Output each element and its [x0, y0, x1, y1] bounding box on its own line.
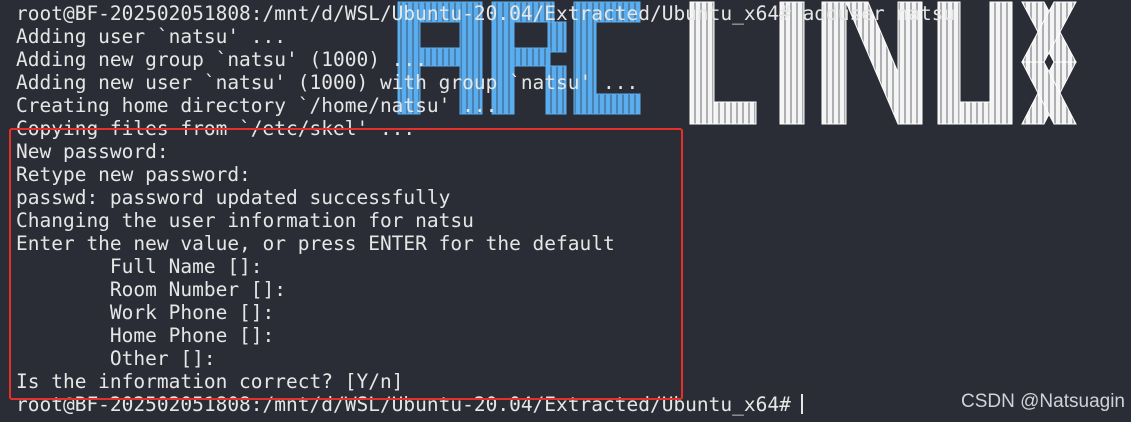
text-cursor: [800, 394, 803, 414]
terminal-line: Adding user `natsu' ...: [16, 25, 287, 48]
terminal-line: Enter the new value, or press ENTER for …: [16, 232, 615, 255]
terminal-line: Adding new user `natsu' (1000) with grou…: [16, 71, 639, 94]
terminal-line: Full Name []:: [16, 255, 263, 278]
terminal-line: Home Phone []:: [16, 324, 275, 347]
terminal-line: Room Number []:: [16, 278, 287, 301]
terminal-line: New password:: [16, 140, 169, 163]
terminal-line: root@BF-202502051808:/mnt/d/WSL/Ubuntu-2…: [16, 2, 956, 25]
terminal-line: passwd: password updated successfully: [16, 186, 451, 209]
terminal-line: Other []:: [16, 347, 216, 370]
terminal-line: Creating home directory `/home/natsu' ..…: [16, 94, 498, 117]
shell-prompt: root@BF-202502051808:/mnt/d/WSL/Ubuntu-2…: [16, 393, 791, 416]
terminal-prompt-line[interactable]: root@BF-202502051808:/mnt/d/WSL/Ubuntu-2…: [16, 393, 955, 416]
terminal-line: Adding new group `natsu' (1000) ...: [16, 48, 427, 71]
watermark: CSDN @Natsuagin: [961, 391, 1125, 412]
terminal-line: Retype new password:: [16, 163, 251, 186]
terminal-line: Work Phone []:: [16, 301, 275, 324]
terminal-line: Copying files from `/etc/skel' ...: [16, 117, 416, 140]
terminal-line: Changing the user information for natsu: [16, 209, 474, 232]
terminal-line: Is the information correct? [Y/n]: [16, 370, 404, 393]
logo-letter-x: [1021, 1, 1077, 125]
terminal-output: root@BF-202502051808:/mnt/d/WSL/Ubuntu-2…: [16, 2, 955, 416]
terminal-window[interactable]: root@BF-202502051808:/mnt/d/WSL/Ubuntu-2…: [0, 0, 1131, 422]
